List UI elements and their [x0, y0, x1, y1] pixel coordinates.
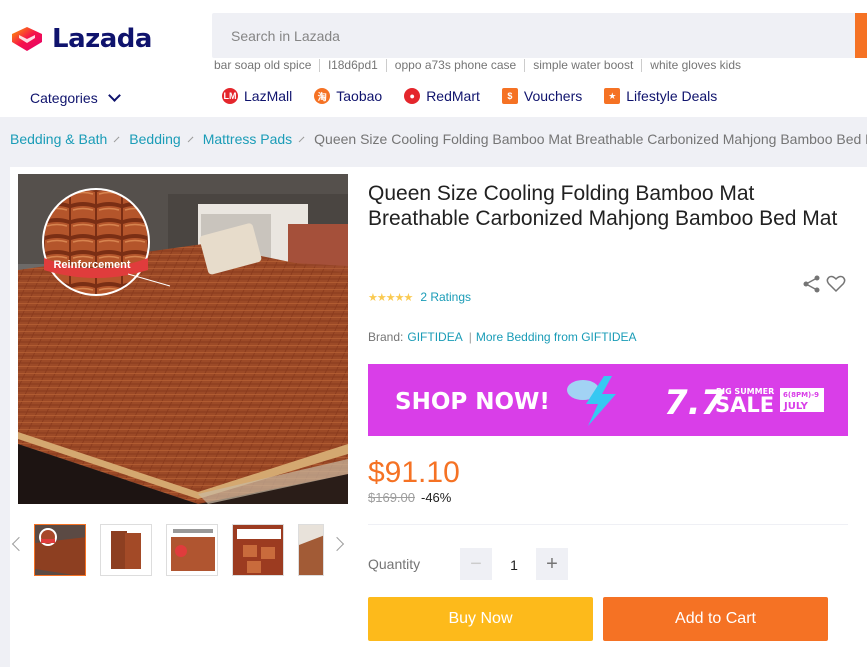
suggestion-link[interactable]: bar soap old spice — [214, 59, 319, 72]
quantity-label: Quantity — [368, 556, 421, 572]
chevron-left-icon[interactable] — [11, 536, 27, 552]
reinforcement-badge-text: Reinforcement — [53, 259, 130, 271]
lazmall-icon: LM — [222, 88, 238, 104]
heart-icon[interactable] — [826, 275, 846, 293]
product-main-image[interactable]: Reinforcement — [18, 174, 348, 504]
nav-link-label: RedMart — [426, 88, 480, 104]
quantity-value[interactable]: 1 — [498, 557, 530, 573]
thumbnail-image — [101, 525, 151, 575]
nav-link-vouchers[interactable]: $ Vouchers — [501, 88, 583, 104]
breadcrumb-link[interactable]: Mattress Pads — [203, 131, 292, 147]
nav-link-label: LazMall — [244, 88, 293, 104]
buy-now-button[interactable]: Buy Now — [368, 597, 593, 641]
categories-label: Categories — [30, 90, 98, 106]
thumbnail[interactable] — [100, 524, 152, 576]
suggestion-link[interactable]: simple water boost — [524, 59, 641, 72]
suggestion-link[interactable]: oppo a73s phone case — [385, 59, 524, 72]
banner-sale: SALE — [715, 393, 774, 417]
quantity-increase-button[interactable]: + — [536, 548, 568, 580]
breadcrumb-link[interactable]: Bedding — [129, 131, 180, 147]
nav-link-lazmall[interactable]: LM LazMall — [222, 88, 292, 104]
original-price: $169.00 — [368, 490, 415, 505]
thumbnail-image — [167, 525, 217, 575]
breadcrumb: Bedding & Bath Bedding Mattress Pads Que… — [10, 131, 867, 147]
nav-link-redmart[interactable]: ● RedMart — [404, 88, 480, 104]
bamboo-mat-photo: Reinforcement — [18, 174, 348, 504]
chevron-right-icon — [298, 136, 305, 142]
current-price: $91.10 — [368, 456, 460, 489]
summer-sale-banner-art: SHOP NOW! 7.7 BIG SUMMER SALE 6(8PM)-9 J… — [368, 364, 848, 436]
search-suggestions: bar soap old spice l18d6pd1 oppo a73s ph… — [214, 59, 749, 72]
thumbnail[interactable] — [34, 524, 86, 576]
nav-link-label: Vouchers — [523, 88, 583, 104]
rating-summary: ★★★★★ 2 Ratings — [368, 290, 471, 304]
chevron-right-icon — [187, 136, 194, 142]
thumbnail[interactable] — [166, 524, 218, 576]
voucher-icon: $ — [501, 88, 518, 104]
categories-menu[interactable]: Categories — [30, 89, 121, 106]
nav-link-label: Lifestyle Deals — [626, 88, 718, 104]
banner-dates-bottom: JULY — [783, 401, 809, 412]
star-rating-icons: ★★★★★ — [368, 291, 413, 304]
add-to-cart-button[interactable]: Add to Cart — [603, 597, 828, 641]
thumbnail[interactable] — [232, 524, 284, 576]
suggestion-link[interactable]: l18d6pd1 — [319, 59, 385, 72]
nav-link-label: Taobao — [336, 88, 383, 104]
product-title: Queen Size Cooling Folding Bamboo Mat Br… — [368, 182, 838, 230]
redmart-icon: ● — [404, 88, 421, 104]
search-button[interactable] — [855, 13, 867, 58]
lifestyle-icon: ★ — [604, 88, 621, 104]
lazada-heart-icon — [12, 27, 42, 51]
nav-link-taobao[interactable]: 淘 Taobao — [314, 88, 382, 104]
thumbnail-image — [233, 525, 283, 575]
taobao-icon: 淘 — [314, 88, 331, 104]
section-divider — [368, 524, 848, 525]
brand-link[interactable]: GIFTIDEA — [407, 330, 462, 344]
ratings-link[interactable]: 2 Ratings — [420, 290, 471, 304]
logo-text: Lazada — [52, 24, 152, 54]
lazada-logo[interactable]: Lazada — [10, 24, 152, 54]
share-icon[interactable] — [803, 275, 821, 293]
nav-link-lifestyle-deals[interactable]: ★ Lifestyle Deals — [604, 88, 717, 104]
chevron-right-icon[interactable] — [329, 536, 345, 552]
brand-row: Brand: GIFTIDEA | More Bedding from GIFT… — [368, 330, 637, 344]
breadcrumb-link[interactable]: Bedding & Bath — [10, 131, 107, 147]
brand-label: Brand: — [368, 330, 404, 344]
thumbnail-image — [299, 525, 323, 575]
discount-percent: -46% — [421, 490, 452, 505]
thumbnail-carousel — [10, 522, 348, 578]
search-input[interactable] — [212, 13, 857, 58]
thumbnail-image — [35, 525, 85, 575]
quantity-decrease-button[interactable]: − — [460, 548, 492, 580]
more-from-brand-link[interactable]: More Bedding from GIFTIDEA — [476, 330, 637, 344]
promo-banner[interactable]: SHOP NOW! 7.7 BIG SUMMER SALE 6(8PM)-9 J… — [368, 364, 848, 436]
divider: | — [468, 330, 472, 344]
channel-links: LM LazMall 淘 Taobao ● RedMart $ Vouchers… — [222, 88, 739, 104]
banner-shop-now: SHOP NOW! — [395, 389, 550, 415]
chevron-down-icon — [107, 89, 121, 102]
chevron-right-icon — [113, 136, 120, 142]
original-price-row: $169.00 -46% — [368, 490, 451, 505]
breadcrumb-current: Queen Size Cooling Folding Bamboo Mat Br… — [314, 131, 867, 147]
banner-dates-top: 6(8PM)-9 — [783, 391, 819, 399]
plus-icon: + — [546, 552, 558, 575]
thumbnail[interactable] — [298, 524, 324, 576]
minus-icon: − — [470, 552, 482, 575]
search-bar[interactable] — [212, 13, 857, 58]
suggestion-link[interactable]: white gloves kids — [641, 59, 749, 72]
